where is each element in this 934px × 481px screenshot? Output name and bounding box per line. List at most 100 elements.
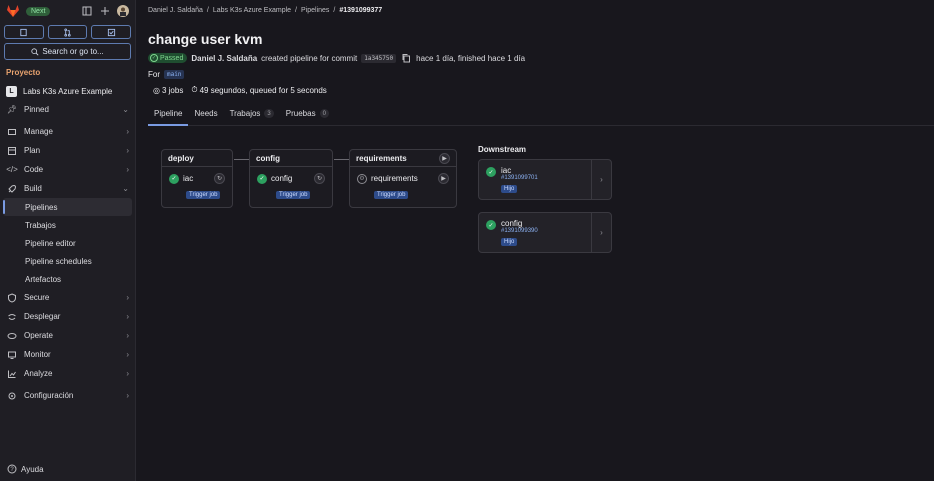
downstream-card-iac[interactable]: ✓ iac #1391099701 Hijo › bbox=[478, 159, 612, 200]
tab-label: Pruebas bbox=[285, 109, 316, 118]
downstream-title: Downstream bbox=[478, 145, 527, 154]
jobs-count-label: 3 jobs bbox=[161, 85, 184, 95]
retry-icon[interactable]: ↻ bbox=[214, 173, 225, 184]
nav-label: Desplegar bbox=[24, 312, 61, 321]
main-content: Daniel J. Saldaña / Labs K3s Azure Exampl… bbox=[137, 0, 934, 481]
author-link[interactable]: Daniel J. Saldaña bbox=[191, 54, 257, 63]
downstream-card-config[interactable]: ✓ config #1391099390 Hijo › bbox=[478, 212, 612, 253]
sidebar-item-analyze[interactable]: Analyze › bbox=[0, 364, 135, 383]
sidebar-subitem-pipeline-editor[interactable]: Pipeline editor bbox=[3, 234, 132, 252]
chevron-down-icon: ⌄ bbox=[122, 184, 129, 193]
downstream-id[interactable]: #1391099701 bbox=[501, 175, 538, 181]
merge-requests-button[interactable] bbox=[47, 25, 88, 39]
tab-pruebas[interactable]: Pruebas 0 bbox=[280, 104, 335, 125]
sidebar-item-monitor[interactable]: Monitor › bbox=[0, 345, 135, 364]
todos-button[interactable] bbox=[91, 25, 132, 39]
breadcrumb-item[interactable]: Labs K3s Azure Example bbox=[213, 7, 291, 14]
stage-header: deploy bbox=[162, 150, 232, 167]
project-link[interactable]: L Labs K3s Azure Example bbox=[0, 82, 135, 100]
downstream-id[interactable]: #1391099390 bbox=[501, 228, 538, 234]
search-button[interactable]: Search or go to... bbox=[4, 43, 131, 60]
gear-icon bbox=[6, 390, 18, 402]
for-label: For bbox=[148, 70, 160, 79]
project-name: Labs K3s Azure Example bbox=[23, 86, 113, 96]
breadcrumb-current[interactable]: #1391099377 bbox=[339, 7, 382, 14]
next-badge[interactable]: Next bbox=[26, 6, 51, 16]
chevron-right-icon: › bbox=[126, 165, 129, 174]
nav-label: Build bbox=[24, 184, 42, 193]
sidebar-subitem-trabajos[interactable]: Trabajos bbox=[3, 216, 132, 234]
sidebar-item-desplegar[interactable]: Desplegar › bbox=[0, 307, 135, 326]
stage-config: config ✓ config ↻ Trigger job bbox=[249, 149, 333, 208]
stage-name: requirements bbox=[356, 153, 407, 163]
sidebar-quick-buttons bbox=[0, 22, 135, 39]
trigger-job-badge: Trigger job bbox=[374, 191, 409, 199]
gitlab-logo-icon[interactable] bbox=[6, 4, 20, 18]
manage-icon bbox=[6, 126, 18, 138]
job-config[interactable]: ✓ config ↻ bbox=[250, 167, 332, 184]
monitor-icon bbox=[6, 349, 18, 361]
sidebar: Next Search or go to... Proyecto L Labs … bbox=[0, 0, 136, 481]
sidebar-item-pinned[interactable]: 📌︎ Pinned ⌄ bbox=[0, 100, 135, 119]
downstream-tag: Hijo bbox=[501, 185, 518, 193]
chevron-right-icon: › bbox=[126, 127, 129, 136]
breadcrumb-item[interactable]: Pipelines bbox=[301, 7, 329, 14]
pipeline-tabs: Pipeline Needs Trabajos 3 Pruebas 0 bbox=[148, 104, 934, 126]
job-requirements[interactable]: ⚙ requirements ▶ bbox=[350, 167, 456, 184]
pipeline-icon: ◎ bbox=[153, 85, 160, 95]
sidebar-item-operate[interactable]: Operate › bbox=[0, 326, 135, 345]
commit-sha[interactable]: 1a345750 bbox=[361, 53, 397, 63]
avatar[interactable] bbox=[117, 5, 129, 17]
sidebar-item-secure[interactable]: Secure › bbox=[0, 288, 135, 307]
project-avatar: L bbox=[6, 85, 17, 97]
plan-icon bbox=[6, 145, 18, 157]
sidebar-subitem-pipelines[interactable]: Pipelines bbox=[3, 198, 132, 216]
sidebar-item-configuracion[interactable]: Configuración › bbox=[0, 386, 135, 405]
stage-connector bbox=[234, 159, 249, 160]
tab-needs[interactable]: Needs bbox=[188, 104, 223, 125]
section-title: Proyecto bbox=[6, 68, 41, 77]
sidebar-subitem-artefactos[interactable]: Artefactos bbox=[3, 270, 132, 288]
sidebar-subitem-pipeline-schedules[interactable]: Pipeline schedules bbox=[3, 252, 132, 270]
chevron-right-icon: › bbox=[126, 331, 129, 340]
help-label: Ayuda bbox=[21, 464, 44, 474]
job-name: config bbox=[271, 174, 293, 183]
help-button[interactable]: ? Ayuda bbox=[6, 463, 44, 475]
nav-label: Manage bbox=[24, 127, 53, 136]
chevron-right-icon: › bbox=[126, 391, 129, 400]
issues-button[interactable] bbox=[4, 25, 44, 39]
nav-label: Secure bbox=[24, 293, 50, 302]
downstream-tag: Hijo bbox=[501, 238, 518, 246]
sidebar-item-code[interactable]: </> Code › bbox=[0, 160, 135, 179]
success-icon: ✓ bbox=[486, 220, 496, 230]
chevron-right-icon[interactable]: › bbox=[591, 213, 611, 252]
chevron-right-icon: › bbox=[126, 146, 129, 155]
created-text: created pipeline for commit bbox=[261, 53, 358, 63]
time-text: hace 1 día, finished hace 1 día bbox=[416, 53, 526, 63]
clock-icon: ⏱︎ bbox=[191, 85, 198, 94]
breadcrumb-item[interactable]: Daniel J. Saldaña bbox=[148, 7, 203, 14]
duration: ⏱︎ 49 segundos, queued for 5 seconds bbox=[191, 85, 326, 95]
sidebar-item-build[interactable]: Build ⌄ bbox=[0, 179, 135, 198]
chevron-right-icon: › bbox=[126, 312, 129, 321]
play-icon[interactable]: ▶ bbox=[438, 173, 449, 184]
chevron-right-icon[interactable]: › bbox=[591, 160, 611, 199]
tab-label: Pipeline bbox=[154, 109, 183, 118]
status-badge[interactable]: ✓ Passed bbox=[148, 53, 188, 63]
sidebar-toggle-icon[interactable] bbox=[81, 5, 93, 17]
breadcrumb: Daniel J. Saldaña / Labs K3s Azure Exampl… bbox=[148, 7, 382, 14]
code-icon: </> bbox=[6, 165, 18, 174]
tab-pipeline[interactable]: Pipeline bbox=[148, 104, 189, 126]
sidebar-item-manage[interactable]: Manage › bbox=[0, 122, 135, 141]
manual-gear-icon: ⚙ bbox=[357, 173, 367, 184]
search-label: Search or go to... bbox=[42, 47, 104, 56]
plus-icon[interactable] bbox=[99, 5, 111, 17]
sidebar-item-plan[interactable]: Plan › bbox=[0, 141, 135, 160]
trigger-job-badge: Trigger job bbox=[186, 191, 221, 199]
branch-link[interactable]: main bbox=[164, 70, 185, 79]
job-iac[interactable]: ✓ iac ↻ bbox=[162, 167, 232, 184]
retry-icon[interactable]: ↻ bbox=[314, 173, 325, 184]
copy-icon[interactable] bbox=[400, 52, 412, 64]
tab-trabajos[interactable]: Trabajos 3 bbox=[224, 104, 280, 125]
play-icon[interactable]: ▶ bbox=[439, 152, 450, 164]
